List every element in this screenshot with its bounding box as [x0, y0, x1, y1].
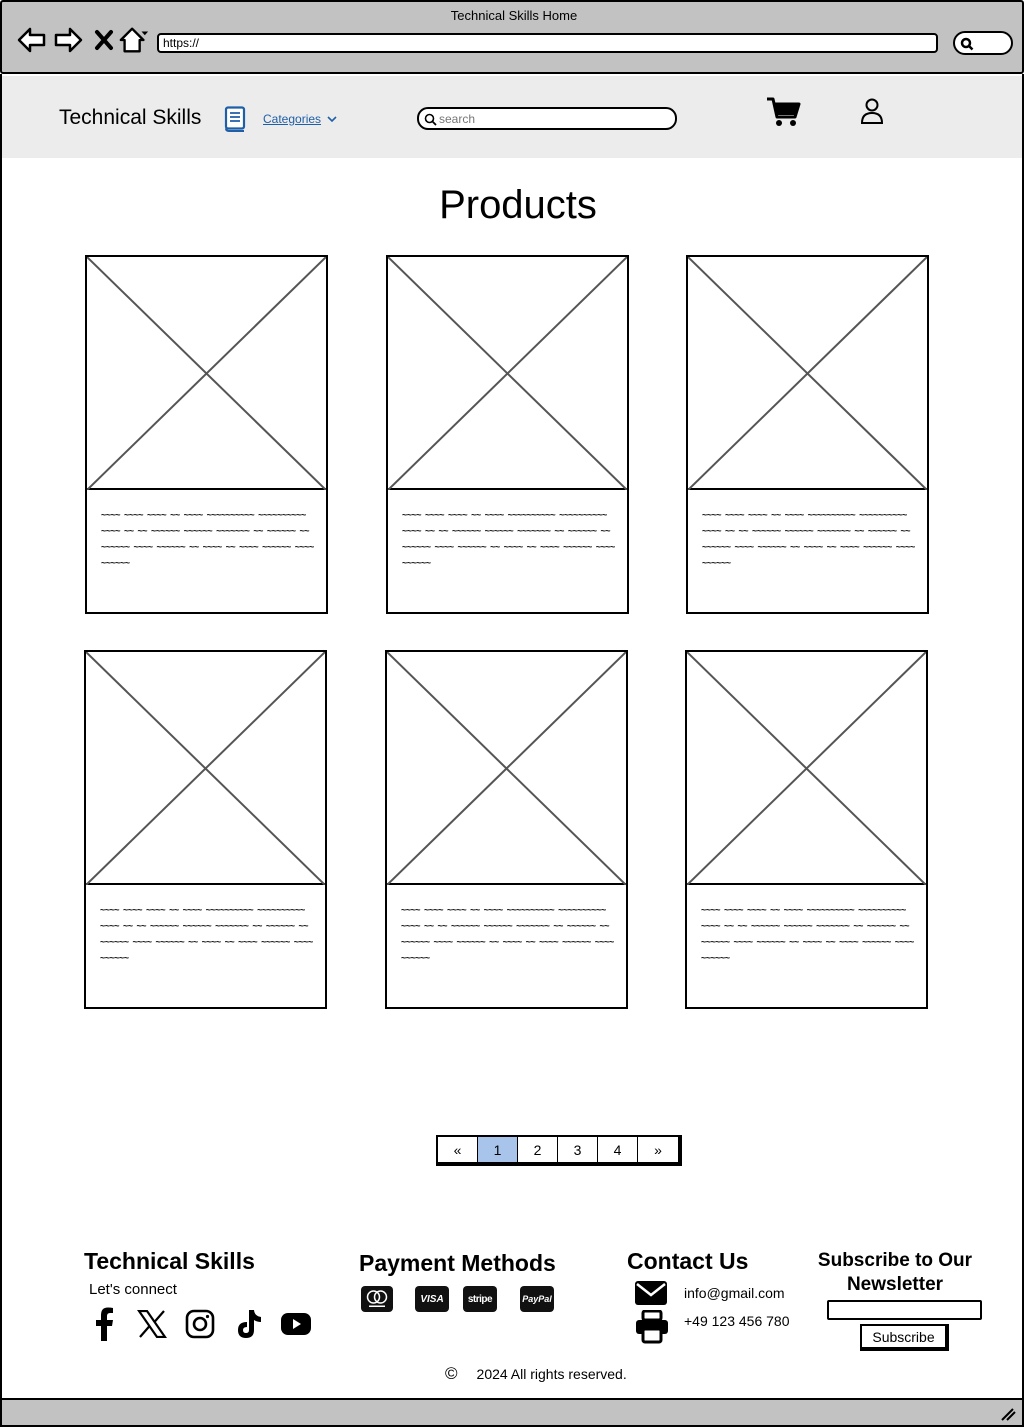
product-image-placeholder	[687, 652, 926, 885]
product-description: ~~~~ ~~~~ ~~~~ ~~ ~~~~ ~~~~~~~~~~ ~~~~~~…	[401, 905, 614, 963]
copyright-icon: ©	[445, 1364, 458, 1383]
instagram-icon[interactable]	[182, 1306, 218, 1342]
page-title: Products	[439, 183, 597, 227]
pagination: « 1 2 3 4 »	[436, 1135, 682, 1166]
site-search-bar[interactable]	[417, 107, 677, 130]
copyright-text: 2024 All rights reserved.	[476, 1366, 627, 1382]
x-icon[interactable]	[134, 1306, 170, 1342]
printer-icon	[635, 1309, 669, 1349]
close-icon	[95, 30, 113, 50]
pagination-page-3[interactable]: 3	[558, 1137, 598, 1162]
search-icon	[960, 37, 974, 51]
back-arrow-icon	[17, 27, 46, 53]
url-field[interactable]: https://	[157, 33, 938, 53]
chevron-down-icon	[327, 115, 337, 122]
browser-search-field[interactable]	[953, 31, 1013, 55]
back-button[interactable]	[16, 24, 48, 56]
pagination-page-4[interactable]: 4	[598, 1137, 638, 1162]
window-title: Technical Skills Home	[450, 8, 578, 23]
product-card[interactable]: ~~~~ ~~~~ ~~~~ ~~ ~~~~ ~~~~~~~~~~ ~~~~~~…	[685, 650, 928, 1009]
product-image-placeholder	[86, 652, 325, 885]
categories-label: Categories	[263, 112, 322, 126]
product-card[interactable]: ~~~~ ~~~~ ~~~~ ~~ ~~~~ ~~~~~~~~~~ ~~~~~~…	[84, 650, 327, 1009]
tiktok-icon[interactable]	[230, 1306, 266, 1342]
product-image-placeholder	[688, 257, 927, 490]
browser-status-bar	[0, 1398, 1024, 1427]
browser-toolbar: Technical Skills Home https://	[0, 0, 1024, 74]
product-card[interactable]: ~~~~ ~~~~ ~~~~ ~~ ~~~~ ~~~~~~~~~~ ~~~~~~…	[386, 255, 629, 614]
user-icon[interactable]	[860, 97, 884, 130]
product-image-placeholder	[87, 257, 326, 490]
mastercard-icon	[361, 1286, 393, 1312]
footer-brand: Technical Skills	[84, 1248, 255, 1274]
contact-phone[interactable]: +49 123 456 780	[684, 1313, 790, 1329]
product-image-placeholder	[387, 652, 626, 885]
payment-methods-title: Payment Methods	[359, 1250, 556, 1276]
pagination-prev[interactable]: «	[438, 1137, 478, 1162]
book-icon	[224, 106, 246, 137]
pagination-page-1[interactable]: 1	[478, 1137, 518, 1162]
copyright: © 2024 All rights reserved.	[445, 1364, 627, 1384]
product-card[interactable]: ~~~~ ~~~~ ~~~~ ~~ ~~~~ ~~~~~~~~~~ ~~~~~~…	[686, 255, 929, 614]
product-description: ~~~~ ~~~~ ~~~~ ~~ ~~~~ ~~~~~~~~~~ ~~~~~~…	[402, 510, 615, 568]
product-description: ~~~~ ~~~~ ~~~~ ~~ ~~~~ ~~~~~~~~~~ ~~~~~~…	[101, 510, 314, 568]
mail-icon	[634, 1280, 668, 1311]
newsletter-email-input[interactable]	[827, 1300, 982, 1320]
newsletter-title: Subscribe to Our Newsletter	[817, 1250, 973, 1295]
lets-connect-label: Let's connect	[89, 1281, 177, 1298]
subscribe-button[interactable]: Subscribe	[860, 1324, 949, 1351]
forward-arrow-icon	[54, 27, 83, 53]
product-description: ~~~~ ~~~~ ~~~~ ~~ ~~~~ ~~~~~~~~~~ ~~~~~~…	[701, 905, 914, 963]
contact-us-title: Contact Us	[627, 1248, 749, 1274]
pagination-next[interactable]: »	[638, 1137, 678, 1162]
search-input[interactable]	[439, 110, 669, 127]
product-card[interactable]: ~~~~ ~~~~ ~~~~ ~~ ~~~~ ~~~~~~~~~~ ~~~~~~…	[385, 650, 628, 1009]
forward-button[interactable]	[52, 24, 84, 56]
cart-icon[interactable]	[766, 96, 802, 133]
categories-dropdown[interactable]: Categories	[263, 112, 337, 126]
contact-email[interactable]: info@gmail.com	[684, 1285, 785, 1301]
home-icon	[119, 27, 149, 53]
paypal-icon: PayPal	[520, 1286, 554, 1312]
product-description: ~~~~ ~~~~ ~~~~ ~~ ~~~~ ~~~~~~~~~~ ~~~~~~…	[702, 510, 915, 568]
site-brand[interactable]: Technical Skills	[59, 106, 201, 130]
stripe-icon: stripe	[463, 1286, 497, 1312]
youtube-icon[interactable]	[278, 1306, 314, 1342]
pagination-page-2[interactable]: 2	[518, 1137, 558, 1162]
visa-icon: VISA	[415, 1286, 449, 1312]
resize-grip-icon[interactable]	[1000, 1407, 1016, 1421]
stop-button[interactable]	[88, 24, 120, 56]
search-icon	[424, 113, 437, 126]
product-card[interactable]: ~~~~ ~~~~ ~~~~ ~~ ~~~~ ~~~~~~~~~~ ~~~~~~…	[85, 255, 328, 614]
home-button[interactable]	[118, 24, 150, 56]
product-image-placeholder	[388, 257, 627, 490]
facebook-icon[interactable]	[86, 1306, 122, 1342]
product-description: ~~~~ ~~~~ ~~~~ ~~ ~~~~ ~~~~~~~~~~ ~~~~~~…	[100, 905, 313, 963]
